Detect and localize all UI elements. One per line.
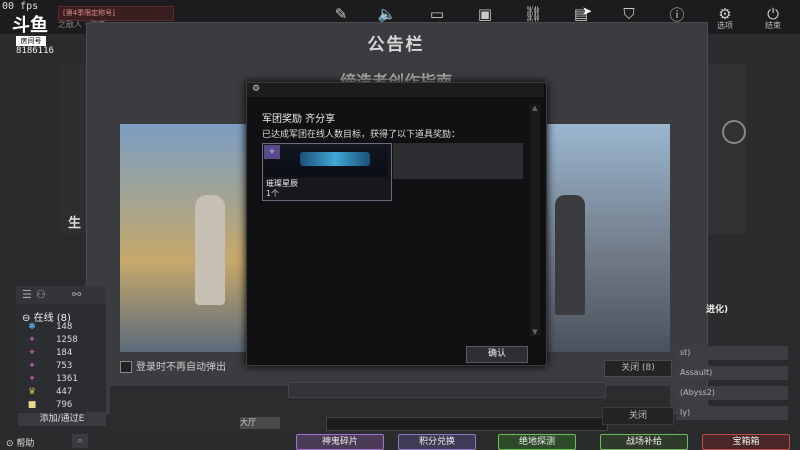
friend-value: 447 <box>56 387 73 397</box>
autoclose-checkbox[interactable] <box>120 361 132 373</box>
list-icon[interactable]: ☰ <box>22 288 32 301</box>
mouse-cursor-icon: ➤ <box>582 4 593 18</box>
room-id: 8186116 <box>16 46 54 56</box>
room-label: 房间号 <box>16 36 46 46</box>
friend-value: 1361 <box>56 374 78 384</box>
volume-icon[interactable]: 🔈 <box>374 4 400 24</box>
rarity-badge-icon: ✧ <box>264 145 280 159</box>
bulletin-title: 公告栏 <box>367 35 425 55</box>
group-icon[interactable]: ⚯ <box>72 288 81 301</box>
scroll-up-icon[interactable]: ▲ <box>530 104 540 112</box>
rifle-icon <box>300 152 370 166</box>
help-button[interactable]: ⊙ 帮助 <box>6 436 34 449</box>
empty-reward-slot <box>393 143 523 179</box>
friend-row[interactable]: ✦ 1258 <box>26 335 86 347</box>
camera-icon[interactable]: ▭ <box>424 4 450 24</box>
friend-value: 753 <box>56 361 73 371</box>
shield-icon[interactable]: ⛉ <box>616 4 642 24</box>
nav-points-exchange[interactable]: 积分兑换 <box>398 434 476 450</box>
chat-log <box>288 382 606 398</box>
friend-row[interactable]: ✦ 753 <box>26 361 86 373</box>
weapon-item-3[interactable]: (Abyss2) <box>676 386 788 400</box>
rank-icon: ✦ <box>28 374 36 384</box>
friend-row[interactable]: ✱ 148 <box>26 322 86 334</box>
nav-treasure-box[interactable]: 宝箱箱 <box>702 434 790 450</box>
reward-title: 军团奖励 齐分享 <box>262 114 336 125</box>
dialog-titlebar <box>247 83 544 97</box>
chat-channel[interactable]: 大厅 <box>240 417 280 429</box>
rank-icon: ✦ <box>28 361 36 371</box>
nav-survival-probe[interactable]: 绝地探测 <box>498 434 576 450</box>
help-label: 帮助 <box>16 439 35 449</box>
side-panel-text: 生 <box>68 216 82 231</box>
friends-tabs: ☰ ⚇ ⚯ <box>16 286 106 304</box>
friend-value: 148 <box>56 322 73 332</box>
friend-row[interactable]: ✦ 1361 <box>26 374 86 386</box>
user-icon[interactable]: ⚇ <box>36 288 46 301</box>
add-friend-button[interactable]: 添加/通过E <box>18 413 106 426</box>
edit-icon[interactable]: ✎ <box>328 4 354 24</box>
robot-figure <box>195 195 225 305</box>
nav-battle-supply[interactable]: 战场补给 <box>600 434 688 450</box>
settings-circle-icon[interactable] <box>722 120 746 144</box>
rank-icon: ■ <box>27 400 37 410</box>
friend-row[interactable]: ♛ 447 <box>26 387 86 399</box>
confirm-button[interactable]: 确认 <box>466 346 528 363</box>
weapon-item-1[interactable]: st) <box>676 346 788 360</box>
dialog-scrollbar[interactable] <box>530 104 540 336</box>
steam-icon: ⚙ <box>252 84 261 94</box>
rank-icon: ✱ <box>28 322 36 332</box>
evolve-label: 进化) <box>706 305 729 315</box>
search-icon[interactable]: ⌕ <box>72 434 88 448</box>
autoclose-label: 登录时不再自动弹出 <box>136 362 226 373</box>
rank-icon: ✦ <box>28 335 36 345</box>
close-button[interactable]: 关闭 <box>602 407 674 425</box>
stream-logo: 斗鱼 <box>12 15 48 36</box>
scroll-down-icon[interactable]: ▼ <box>530 328 540 336</box>
bulletin-close-button[interactable]: 关闭 (8) <box>604 360 672 377</box>
chat-input[interactable] <box>326 417 608 431</box>
exit-label: 结束 <box>765 21 781 30</box>
weapon-item-4[interactable]: ly) <box>676 406 788 420</box>
reward-message: 已达成军团在线人数目标，获得了以下道具奖励： <box>262 130 461 140</box>
friend-value: 1258 <box>56 335 78 345</box>
rank-icon: ♛ <box>27 387 37 397</box>
rank-icon: ✦ <box>28 348 36 358</box>
friend-value: 184 <box>56 348 73 358</box>
friend-row[interactable]: ■ 796 <box>26 400 86 412</box>
friend-row[interactable]: ✦ 184 <box>26 348 86 360</box>
side-panel-right <box>706 64 746 234</box>
briefcase-icon[interactable]: ▣ <box>472 4 498 24</box>
weapon-item-2[interactable]: Assault) <box>676 366 788 380</box>
nav-ghost-shards[interactable]: 神鬼碎片 <box>296 434 384 450</box>
friend-value: 796 <box>56 400 73 410</box>
fps-counter: 00 fps <box>2 1 39 12</box>
reward-item-quantity: 1个 <box>266 189 280 198</box>
link-icon[interactable]: ⛓ <box>520 4 546 24</box>
info-icon[interactable]: ⓘ <box>664 4 690 24</box>
toggle-icon: ⊙ <box>6 439 14 449</box>
artwork-left-section <box>120 124 250 352</box>
man-figure <box>555 195 585 315</box>
settings-label: 选项 <box>717 21 733 30</box>
